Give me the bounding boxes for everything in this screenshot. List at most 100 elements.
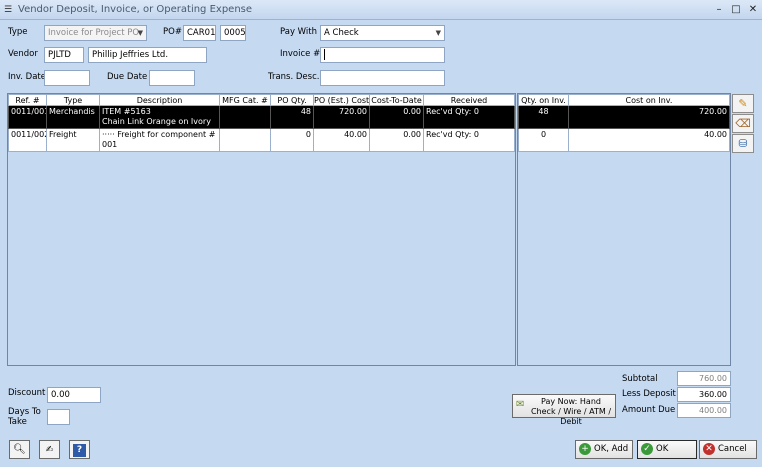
text-caret (324, 49, 325, 60)
cell-cost-on-inv[interactable]: 40.00 (568, 128, 730, 152)
deposit-label: Less Deposit (622, 389, 676, 399)
cancel-icon: ✕ (703, 442, 715, 455)
col-header-mfg[interactable]: MFG Cat. # (219, 94, 271, 106)
col-header-po-qty[interactable]: PO Qty. (270, 94, 314, 106)
app-icon: ☰ (4, 5, 13, 15)
grid-header-row: Qty. on Inv. Cost on Inv. (518, 94, 730, 106)
discount-field[interactable]: 0.00 (47, 387, 101, 403)
cell-received: Rec'vd Qty: 0 (423, 105, 515, 129)
cell-mfg (219, 105, 271, 129)
cell-cost-to-date: 0.00 (369, 128, 424, 152)
days-label: Days To Take (8, 407, 41, 427)
ok-add-label: OK, Add (594, 444, 629, 454)
cell-po-qty: 48 (270, 105, 314, 129)
paywith-select[interactable]: A Check ▼ (320, 25, 445, 41)
amount-due-label: Amount Due (622, 405, 676, 415)
invoice-label: Invoice # (280, 49, 321, 59)
invdate-field[interactable] (44, 70, 90, 86)
paywith-label: Pay With (280, 27, 317, 37)
col-header-cost-to-date[interactable]: Cost-To-Date (369, 94, 424, 106)
search-icon: 🔍︎ (13, 444, 26, 455)
table-row[interactable]: 0011/002 Freight ····· Freight for compo… (8, 128, 515, 152)
minimize-button[interactable]: – (712, 3, 726, 16)
maximize-button[interactable]: □ (729, 3, 743, 16)
cell-ref: 0011/001 (8, 105, 47, 129)
po-number-field[interactable]: 0005 (220, 25, 246, 41)
col-header-ref[interactable]: Ref. # (8, 94, 47, 106)
add-icon: + (579, 442, 591, 455)
pay-icon: ✉ (516, 399, 525, 410)
cell-mfg (219, 128, 271, 152)
cell-type: Merchandis (46, 105, 100, 129)
cell-received: Rec'vd Qty: 0 (423, 128, 515, 152)
cell-type: Freight (46, 128, 100, 152)
find-button[interactable]: 🔍︎ (9, 440, 30, 459)
col-header-cost-on-inv[interactable]: Cost on Inv. (568, 94, 730, 106)
cell-cost-to-date: 0.00 (369, 105, 424, 129)
vendor-name-field[interactable]: Phillip Jeffries Ltd. (88, 47, 207, 63)
cell-qty-on-inv[interactable]: 0 (518, 128, 569, 152)
type-select[interactable]: Invoice for Project PO ▼ (44, 25, 147, 41)
chevron-down-icon: ▼ (137, 29, 143, 37)
duedate-label: Due Date (107, 72, 148, 82)
cell-po-cost: 40.00 (313, 128, 370, 152)
subtotal-field: 760.00 (677, 371, 731, 386)
cell-cost-on-inv[interactable]: 720.00 (568, 105, 730, 129)
type-label: Type (8, 27, 28, 37)
transdesc-field[interactable] (320, 70, 445, 86)
cancel-button[interactable]: ✕ Cancel (699, 440, 757, 459)
close-button[interactable]: ✕ (746, 3, 760, 16)
cell-po-cost: 720.00 (313, 105, 370, 129)
pay-now-label: Pay Now: Hand Check / Wire / ATM / Debit (530, 397, 612, 426)
ok-label: OK (656, 444, 669, 454)
invdate-label: Inv. Date (8, 72, 46, 82)
chevron-down-icon: ▼ (435, 29, 441, 37)
title-bar: ☰ Vendor Deposit, Invoice, or Operating … (0, 0, 762, 20)
col-header-po-cost[interactable]: PO (Est.) Cost (313, 94, 370, 106)
signature-button[interactable]: ✍︎ (39, 440, 60, 459)
cell-ref: 0011/002 (8, 128, 47, 152)
ok-add-button[interactable]: + OK, Add (575, 440, 633, 459)
table-row[interactable]: 0 40.00 (518, 128, 730, 152)
col-header-description[interactable]: Description (99, 94, 220, 106)
cell-description: ITEM #5163 Chain Link Orange on Ivory (99, 105, 220, 129)
stamp-button[interactable]: ⛁ (732, 134, 754, 153)
days-field[interactable] (47, 409, 70, 425)
vendor-code-field[interactable]: PJLTD (44, 47, 84, 63)
signature-icon: ✍︎ (45, 445, 54, 455)
line-items-grid[interactable]: Ref. # Type Description MFG Cat. # PO Qt… (7, 93, 516, 366)
help-button[interactable]: ? (69, 440, 90, 459)
deposit-field[interactable]: 360.00 (677, 387, 731, 402)
col-header-qty-on-inv[interactable]: Qty. on Inv. (518, 94, 569, 106)
stamp-icon: ⛁ (738, 137, 748, 150)
pencil-icon: ✎ (738, 97, 748, 110)
window-title: Vendor Deposit, Invoice, or Operating Ex… (18, 4, 253, 15)
eraser-icon: ⌫ (735, 117, 751, 130)
invoice-number-field[interactable] (320, 47, 445, 63)
type-select-value: Invoice for Project PO (48, 28, 140, 38)
cell-po-qty: 0 (270, 128, 314, 152)
table-row[interactable]: 48 720.00 (518, 105, 730, 129)
po-prefix-field[interactable]: CAR01 (183, 25, 216, 41)
duedate-field[interactable] (149, 70, 195, 86)
clear-button[interactable]: ⌫ (732, 114, 754, 133)
discount-label: Discount (8, 388, 46, 398)
amount-due-field: 400.00 (677, 403, 731, 418)
check-icon: ✓ (641, 442, 653, 455)
col-header-type[interactable]: Type (46, 94, 100, 106)
cell-description: ····· Freight for component # 001 (99, 128, 220, 152)
cancel-label: Cancel (718, 444, 747, 454)
paywith-select-value: A Check (324, 28, 359, 38)
pay-now-button[interactable]: ✉ Pay Now: Hand Check / Wire / ATM / Deb… (512, 394, 616, 426)
help-icon: ? (73, 444, 86, 457)
invoice-qty-grid[interactable]: Qty. on Inv. Cost on Inv. 48 720.00 0 40… (517, 93, 731, 366)
po-label: PO# (163, 27, 182, 37)
transdesc-label: Trans. Desc. (268, 72, 320, 82)
ok-button[interactable]: ✓ OK (637, 440, 697, 459)
cell-qty-on-inv[interactable]: 48 (518, 105, 569, 129)
col-header-received[interactable]: Received (423, 94, 515, 106)
vendor-label: Vendor (8, 49, 38, 59)
edit-button[interactable]: ✎ (732, 94, 754, 113)
subtotal-label: Subtotal (622, 374, 658, 384)
table-row[interactable]: 0011/001 Merchandis ITEM #5163 Chain Lin… (8, 105, 515, 129)
